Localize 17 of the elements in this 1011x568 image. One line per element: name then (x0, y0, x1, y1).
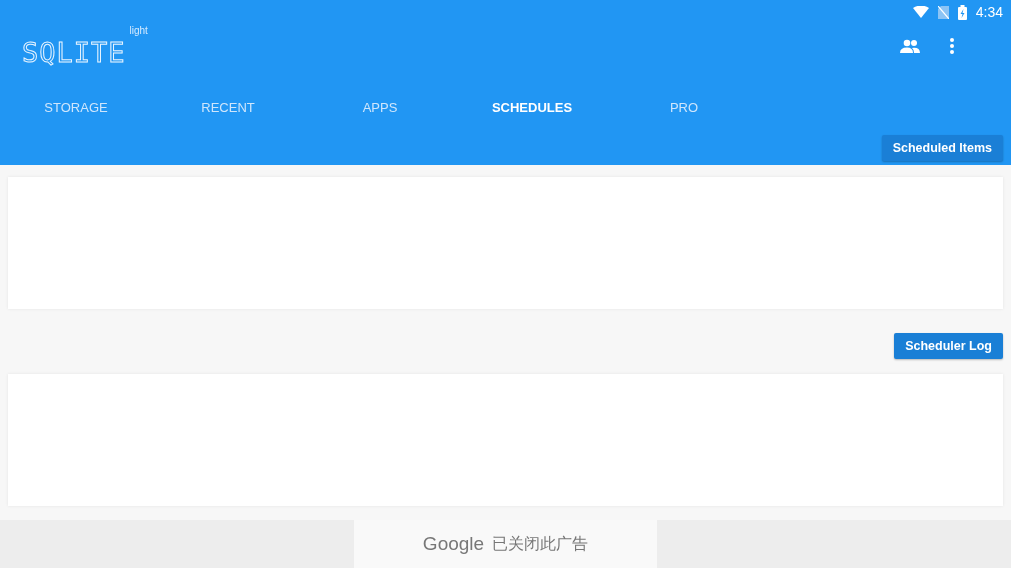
people-icon[interactable] (900, 39, 920, 53)
scheduler-log-button[interactable]: Scheduler Log (894, 332, 1003, 359)
wifi-icon (912, 6, 929, 18)
ad-brand: Google (422, 533, 485, 555)
tab[interactable]: STORAGE (0, 99, 152, 115)
ad-message: 已关闭此广告 (492, 533, 589, 554)
tab[interactable]: PRO (608, 99, 760, 115)
more-menu-icon[interactable] (950, 38, 954, 54)
scheduled-items-button[interactable]: Scheduled Items (881, 135, 1003, 161)
tab[interactable]: APPS (304, 99, 456, 115)
no-sim-icon (937, 5, 949, 19)
status-time: 4:34 (975, 4, 1003, 20)
battery-charging-icon (957, 4, 967, 20)
app-logo: SQLITE (22, 37, 126, 68)
logo-subtitle: light (129, 25, 148, 36)
tab[interactable]: SCHEDULES (456, 99, 608, 115)
tab[interactable]: RECENT (152, 99, 304, 115)
